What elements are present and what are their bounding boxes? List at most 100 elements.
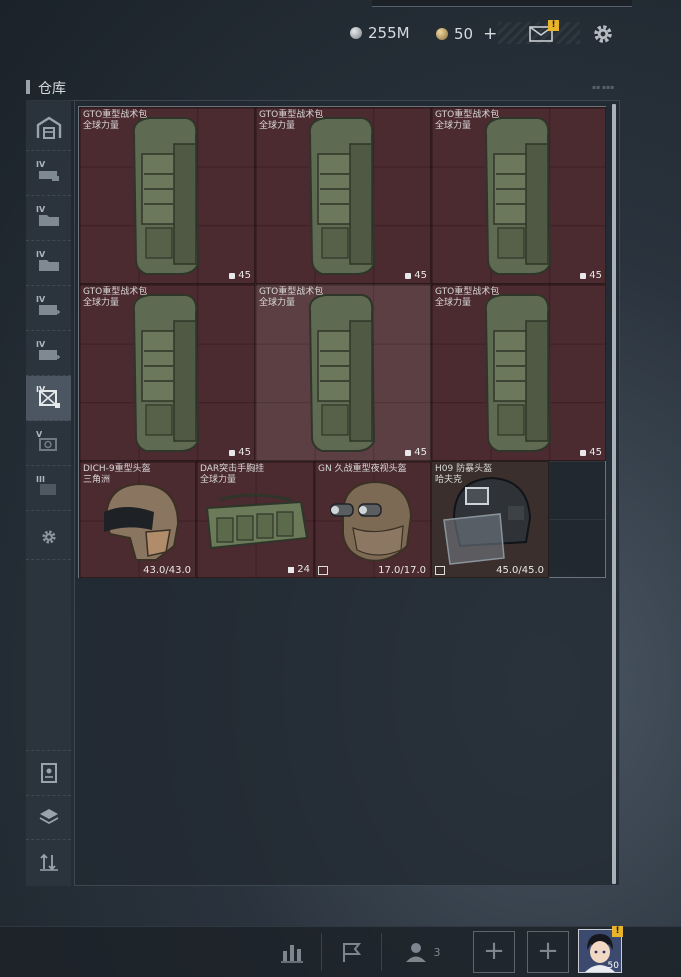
lock-icon xyxy=(580,272,587,279)
lock-icon xyxy=(580,449,587,456)
sidebar-item-storage-iv-3[interactable]: IV xyxy=(26,241,71,286)
item-gto-backpack[interactable]: GTO重型战术包 全球力量 45 xyxy=(79,284,255,461)
item-name: H09 防暴头盔 xyxy=(435,464,493,474)
item-name: GTO重型战术包 xyxy=(259,287,324,297)
item-gto-backpack-selected[interactable]: GTO重型战术包 全球力量 45 xyxy=(255,284,431,461)
squad-button[interactable]: 3 xyxy=(390,927,454,977)
item-count: 45 xyxy=(229,270,251,281)
sidebar-layers-button[interactable] xyxy=(26,795,71,840)
chest-rig-image xyxy=(205,493,309,550)
item-gto-backpack[interactable]: GTO重型战术包 全球力量 45 xyxy=(255,107,431,284)
item-name: GTO重型战术包 xyxy=(83,110,148,120)
lock-icon xyxy=(229,272,236,279)
bar-chart-icon xyxy=(281,945,303,963)
storage-sidebar: IV IV IV IV IV IV V III xyxy=(26,100,71,886)
sidebar-sort-button[interactable] xyxy=(26,840,71,884)
riot-helmet-image xyxy=(443,476,532,565)
item-gto-backpack[interactable]: GTO重型战术包 全球力量 45 xyxy=(431,284,606,461)
backpack-image xyxy=(132,117,200,275)
item-durability: 45.0/45.0 xyxy=(496,565,544,576)
item-dich9-helmet[interactable]: DICH-9重型头盔 三角洲 43.0/43.0 xyxy=(79,461,196,578)
backpack-image xyxy=(484,117,552,275)
tier-label: IV xyxy=(36,340,46,349)
item-name: GTO重型战术包 xyxy=(259,110,324,120)
corner-mark: ▪▪ ▪▪▪ xyxy=(592,84,615,91)
gear-icon xyxy=(41,530,56,544)
lock-icon xyxy=(405,449,412,456)
item-gto-backpack[interactable]: GTO重型战术包 全球力量 45 xyxy=(79,107,255,284)
night-vision-helmet-image xyxy=(330,480,413,562)
item-dar-chest-rig[interactable]: DAR突击手胸挂 全球力量 24 xyxy=(196,461,314,578)
gold-currency[interactable]: 50 + xyxy=(436,24,497,44)
item-faction: 全球力量 xyxy=(259,121,296,131)
item-faction: 全球力量 xyxy=(200,475,237,485)
sidebar-item-storage-iv-6[interactable]: IV xyxy=(26,376,71,421)
sidebar-locker-button[interactable] xyxy=(26,750,71,796)
mission-flag-button[interactable] xyxy=(324,927,380,977)
item-count: 45 xyxy=(405,447,427,458)
settings-gear-icon[interactable] xyxy=(591,22,615,46)
sidebar-item-storage-v-1[interactable]: V xyxy=(26,421,71,466)
sidebar-item-storage-iv-4[interactable]: IV xyxy=(26,286,71,331)
squad-slot-1[interactable]: + xyxy=(473,931,515,973)
sidebar-item-storage-iv-5[interactable]: IV xyxy=(26,331,71,376)
avatar-level: 50 xyxy=(607,961,619,971)
item-faction: 全球力量 xyxy=(83,121,120,131)
item-name: GTO重型战术包 xyxy=(435,110,500,120)
sidebar-item-home-storage[interactable] xyxy=(26,106,71,151)
attachment-icon xyxy=(435,566,445,575)
layers-icon xyxy=(39,809,58,825)
backpack-image xyxy=(308,294,376,452)
flag-icon xyxy=(343,943,362,962)
item-count: 45 xyxy=(580,270,602,281)
item-count: 45 xyxy=(580,447,602,458)
helmet-image xyxy=(104,482,180,561)
page-title: 仓库 xyxy=(38,81,66,97)
sidebar-settings-button[interactable] xyxy=(26,515,71,560)
backpack-image xyxy=(484,294,552,452)
item-durability: 17.0/17.0 xyxy=(378,565,426,576)
empty-grid-cells[interactable] xyxy=(549,461,605,577)
mail-alert-badge: ! xyxy=(548,20,559,31)
separator xyxy=(321,933,322,971)
item-count: 24 xyxy=(288,564,310,575)
sidebar-item-storage-iv-2[interactable]: IV xyxy=(26,196,71,241)
tier-label: IV xyxy=(36,295,46,304)
item-name: DAR突击手胸挂 xyxy=(200,464,265,474)
top-glow-strip xyxy=(372,0,632,7)
tier-label: IV xyxy=(36,385,46,394)
item-faction: 全球力量 xyxy=(435,121,472,131)
backpack-image xyxy=(308,117,376,275)
stats-button[interactable] xyxy=(264,927,320,977)
item-faction: 哈夫克 xyxy=(435,475,463,485)
tier-label: IV xyxy=(36,205,46,214)
add-currency-button[interactable]: + xyxy=(483,24,497,44)
item-gto-backpack[interactable]: GTO重型战术包 全球力量 45 xyxy=(431,107,606,284)
sidebar-item-storage-iii-1[interactable]: III xyxy=(26,466,71,511)
item-h09-riot-helmet[interactable]: H09 防暴头盔 哈夫克 45.0/45.0 xyxy=(431,461,549,578)
backpack-image xyxy=(132,294,200,452)
lock-icon xyxy=(405,272,412,279)
silver-currency: 255M xyxy=(350,24,410,42)
locker-icon xyxy=(40,763,57,783)
item-gn-night-vision-helmet[interactable]: GN 久战重型夜视头盔 17.0/17.0 xyxy=(314,461,431,578)
item-name: DICH-9重型头盔 xyxy=(83,464,151,474)
silver-coin-icon xyxy=(350,27,362,39)
tier-label: V xyxy=(36,430,43,439)
warehouse-icon xyxy=(36,116,61,139)
lock-icon xyxy=(229,449,236,456)
tier-label: III xyxy=(36,475,45,484)
panel-scrollbar[interactable] xyxy=(612,104,616,884)
item-count: 45 xyxy=(229,447,251,458)
gold-amount: 50 xyxy=(454,25,474,43)
item-name: GTO重型战术包 xyxy=(435,287,500,297)
sort-arrows-icon xyxy=(39,853,58,871)
silver-amount: 255M xyxy=(368,24,410,42)
user-icon xyxy=(405,943,426,962)
gold-coin-icon xyxy=(436,28,448,40)
sidebar-item-storage-iv-1[interactable]: IV xyxy=(26,151,71,196)
item-count: 45 xyxy=(405,270,427,281)
tier-label: IV xyxy=(36,160,46,169)
squad-count: 3 xyxy=(433,945,441,959)
squad-slot-2[interactable]: + xyxy=(527,931,569,973)
